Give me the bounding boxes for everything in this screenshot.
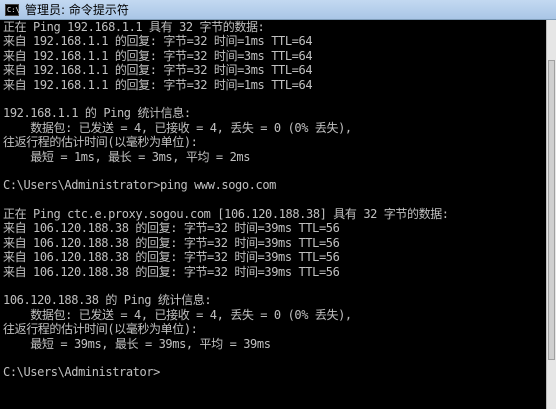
- console-line: 往返行程的估计时间(以毫秒为单位):: [3, 322, 198, 337]
- console-line: C:\Users\Administrator>ping www.sogo.com: [3, 178, 276, 193]
- console-line: 最短 = 1ms, 最长 = 3ms, 平均 = 2ms: [3, 149, 251, 164]
- console-line: 106.120.188.38 的 Ping 统计信息:: [3, 293, 212, 308]
- command-prompt-window: C:\ 管理员: 命令提示符 正在 Ping 192.168.1.1 具有 32…: [0, 0, 556, 409]
- cmd-icon: C:\: [5, 3, 20, 16]
- title-bar[interactable]: C:\ 管理员: 命令提示符: [0, 0, 556, 20]
- window-title: 管理员: 命令提示符: [25, 3, 129, 17]
- console-prompt-line: C:\Users\Administrator>: [3, 365, 160, 380]
- scrollbar-thumb[interactable]: [548, 60, 555, 360]
- console-line: 来自 106.120.188.38 的回复: 字节=32 时间=39ms TTL…: [3, 264, 340, 279]
- console-output[interactable]: 正在 Ping 192.168.1.1 具有 32 字节的数据: 来自 192.…: [0, 20, 546, 409]
- console-line: 来自 106.120.188.38 的回复: 字节=32 时间=39ms TTL…: [3, 250, 340, 265]
- console-line: 数据包: 已发送 = 4, 已接收 = 4, 丢失 = 0 (0% 丢失),: [3, 120, 352, 135]
- console-line: 来自 192.168.1.1 的回复: 字节=32 时间=3ms TTL=64: [3, 48, 313, 63]
- console-line: 正在 Ping 192.168.1.1 具有 32 字节的数据:: [3, 20, 265, 34]
- console-line: 正在 Ping ctc.e.proxy.sogou.com [106.120.1…: [3, 207, 449, 222]
- console-line: 来自 192.168.1.1 的回复: 字节=32 时间=3ms TTL=64: [3, 63, 313, 78]
- console-line: 数据包: 已发送 = 4, 已接收 = 4, 丢失 = 0 (0% 丢失),: [3, 307, 352, 322]
- console-line: 来自 192.168.1.1 的回复: 字节=32 时间=1ms TTL=64: [3, 34, 313, 49]
- console-line: 往返行程的估计时间(以毫秒为单位):: [3, 135, 198, 150]
- console-line: 来自 192.168.1.1 的回复: 字节=32 时间=1ms TTL=64: [3, 77, 313, 92]
- console-line: 最短 = 39ms, 最长 = 39ms, 平均 = 39ms: [3, 336, 271, 351]
- vertical-scrollbar[interactable]: [546, 20, 556, 409]
- console-line: 来自 106.120.188.38 的回复: 字节=32 时间=39ms TTL…: [3, 221, 340, 236]
- console-line: 来自 106.120.188.38 的回复: 字节=32 时间=39ms TTL…: [3, 235, 340, 250]
- console-line: 192.168.1.1 的 Ping 统计信息:: [3, 106, 191, 121]
